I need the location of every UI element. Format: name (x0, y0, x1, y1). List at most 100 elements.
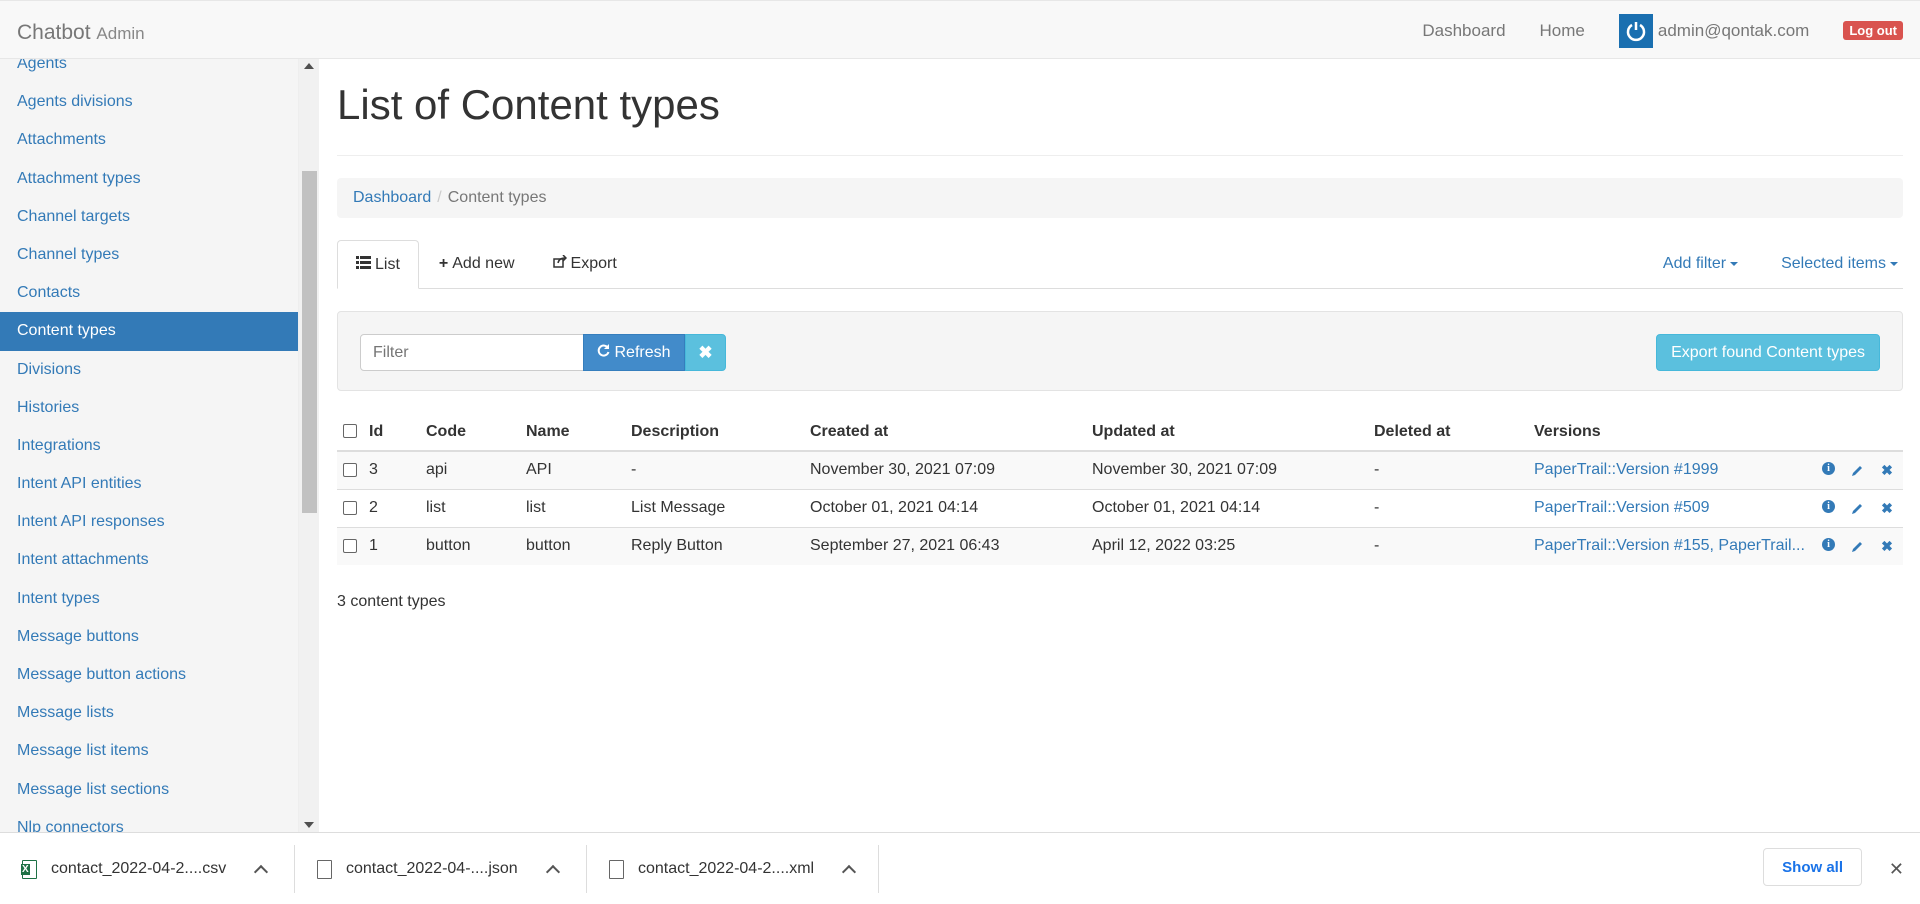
chevron-up-icon[interactable] (545, 864, 560, 880)
tab-list[interactable]: List (337, 240, 419, 289)
sidebar-item[interactable]: Divisions (0, 351, 298, 389)
pencil-icon[interactable] (1849, 462, 1865, 478)
logout-button[interactable]: Log out (1843, 21, 1903, 40)
sidebar-item[interactable]: Intent API responses (0, 503, 298, 541)
sidebar-item[interactable]: Intent API entities (0, 465, 298, 503)
row-checkbox[interactable] (343, 463, 357, 478)
col-name[interactable]: Name (520, 413, 625, 452)
sidebar-item[interactable]: Intent attachments (0, 541, 298, 579)
cell-code: api (420, 450, 520, 489)
caret-down-icon (1890, 261, 1898, 266)
table-row: 2 list list List Message October 01, 2021 04… (337, 488, 1903, 527)
cell-description: - (625, 450, 804, 489)
row-checkbox[interactable] (343, 539, 357, 554)
caret-down-icon (1730, 261, 1739, 266)
sidebar-item[interactable]: Channel types (0, 236, 298, 274)
col-updated-at[interactable]: Updated at (1086, 413, 1368, 452)
download-item[interactable]: contact_2022-04-....json (317, 845, 587, 893)
export-found-button[interactable]: Export found Content types (1656, 334, 1880, 371)
sidebar-item[interactable]: Intent types (0, 580, 298, 618)
file-icon (609, 859, 624, 879)
sidebar-item[interactable]: Attachments (0, 121, 298, 159)
action-tabs: List + Add new Export Add filter Selecte… (337, 240, 1903, 289)
sidebar-item[interactable]: Histories (0, 389, 298, 427)
tab-add-new-label: Add new (452, 255, 515, 272)
cell-deleted-at: - (1368, 526, 1528, 565)
delete-icon[interactable]: ✖ (1879, 500, 1895, 516)
sidebar-scrollbar[interactable] (299, 59, 319, 832)
col-description[interactable]: Description (625, 413, 804, 452)
col-created-at[interactable]: Created at (804, 413, 1086, 452)
sidebar-item[interactable]: Message lists (0, 694, 298, 732)
breadcrumb-dashboard-link[interactable]: Dashboard (353, 189, 431, 207)
sidebar-item[interactable]: Agents divisions (0, 83, 298, 121)
page-title: List of Content types (337, 81, 720, 128)
sidebar-item[interactable]: Message button actions (0, 656, 298, 694)
info-icon[interactable]: i (1822, 462, 1835, 476)
sidebar-item[interactable]: Nlp connectors (0, 809, 298, 832)
pencil-icon[interactable] (1849, 538, 1865, 554)
versions-link[interactable]: PaperTrail::Version #509 (1534, 499, 1805, 517)
close-icon: ✖ (698, 342, 713, 362)
main-content: List of Content types Dashboard / Conten… (337, 59, 1903, 611)
chevron-up-icon[interactable] (254, 864, 269, 880)
sidebar-menu: Agents Agents divisions Attachments Attachm… (0, 59, 298, 832)
user-email[interactable]: admin@qontak.com (1658, 21, 1809, 41)
cell-description: List Message (625, 488, 804, 527)
scroll-up-arrow-icon[interactable] (304, 63, 314, 69)
sidebar-item[interactable]: Contacts (0, 274, 298, 312)
col-id[interactable]: Id (363, 413, 420, 452)
sidebar-item[interactable]: Channel targets (0, 198, 298, 236)
tab-export-label: Export (570, 255, 617, 272)
sidebar-item[interactable]: Message list sections (0, 771, 298, 809)
sidebar-item[interactable]: Message buttons (0, 618, 298, 656)
chevron-up-icon[interactable] (842, 864, 857, 880)
scroll-down-arrow-icon[interactable] (304, 822, 314, 828)
tab-export[interactable]: Export (535, 240, 635, 288)
col-versions[interactable]: Versions (1528, 413, 1811, 452)
filter-input[interactable] (360, 334, 584, 371)
user-menu[interactable]: admin@qontak.com (1618, 13, 1809, 48)
title-divider (337, 155, 1903, 156)
file-icon (317, 859, 332, 879)
refresh-label: Refresh (614, 343, 671, 361)
sidebar-item[interactable]: Integrations (0, 427, 298, 465)
sidebar-item[interactable]: Agents (0, 59, 298, 83)
brand-name[interactable]: Chatbot (17, 21, 91, 44)
show-all-button[interactable]: Show all (1763, 848, 1862, 886)
clear-filter-button[interactable]: ✖ (685, 334, 726, 371)
download-item[interactable]: contact_2022-04-2....xml (609, 845, 879, 893)
delete-icon[interactable]: ✖ (1879, 538, 1895, 554)
tab-list-label: List (375, 255, 400, 273)
nav-dashboard-link[interactable]: Dashboard (1422, 21, 1505, 41)
col-code[interactable]: Code (420, 413, 520, 452)
cell-deleted-at: - (1368, 450, 1528, 489)
close-icon[interactable]: ✕ (1889, 859, 1904, 880)
delete-icon[interactable]: ✖ (1879, 462, 1895, 478)
sidebar-item[interactable]: Content types (0, 312, 298, 351)
info-icon[interactable]: i (1822, 538, 1835, 552)
brand[interactable]: Chatbot Admin (17, 21, 145, 45)
refresh-button[interactable]: Refresh (583, 334, 685, 371)
table-row: 1 button button Reply Button September 27, 2… (337, 526, 1903, 565)
add-filter-dropdown[interactable]: Add filter (1663, 255, 1739, 273)
selected-items-dropdown[interactable]: Selected items (1781, 255, 1898, 273)
versions-link[interactable]: PaperTrail::Version #155, PaperTrail... (1534, 537, 1805, 555)
tab-add-new[interactable]: + Add new (421, 240, 533, 288)
sidebar-item[interactable]: Attachment types (0, 160, 298, 198)
cell-name: list (520, 488, 625, 527)
row-checkbox[interactable] (343, 500, 357, 515)
pencil-icon[interactable] (1849, 500, 1865, 516)
nav-home-link[interactable]: Home (1540, 21, 1585, 41)
cell-code: list (420, 488, 520, 527)
excel-file-icon (21, 859, 37, 879)
brand-sub[interactable]: Admin (96, 24, 144, 43)
breadcrumb-current: Content types (447, 189, 547, 206)
col-deleted-at[interactable]: Deleted at (1368, 413, 1528, 452)
sidebar-item[interactable]: Message list items (0, 732, 298, 770)
select-all-checkbox[interactable] (343, 424, 357, 439)
scrollbar-thumb[interactable] (302, 171, 317, 513)
info-icon[interactable]: i (1822, 500, 1835, 513)
download-item[interactable]: contact_2022-04-2....csv (21, 845, 295, 893)
versions-link[interactable]: PaperTrail::Version #1999 (1534, 461, 1805, 479)
